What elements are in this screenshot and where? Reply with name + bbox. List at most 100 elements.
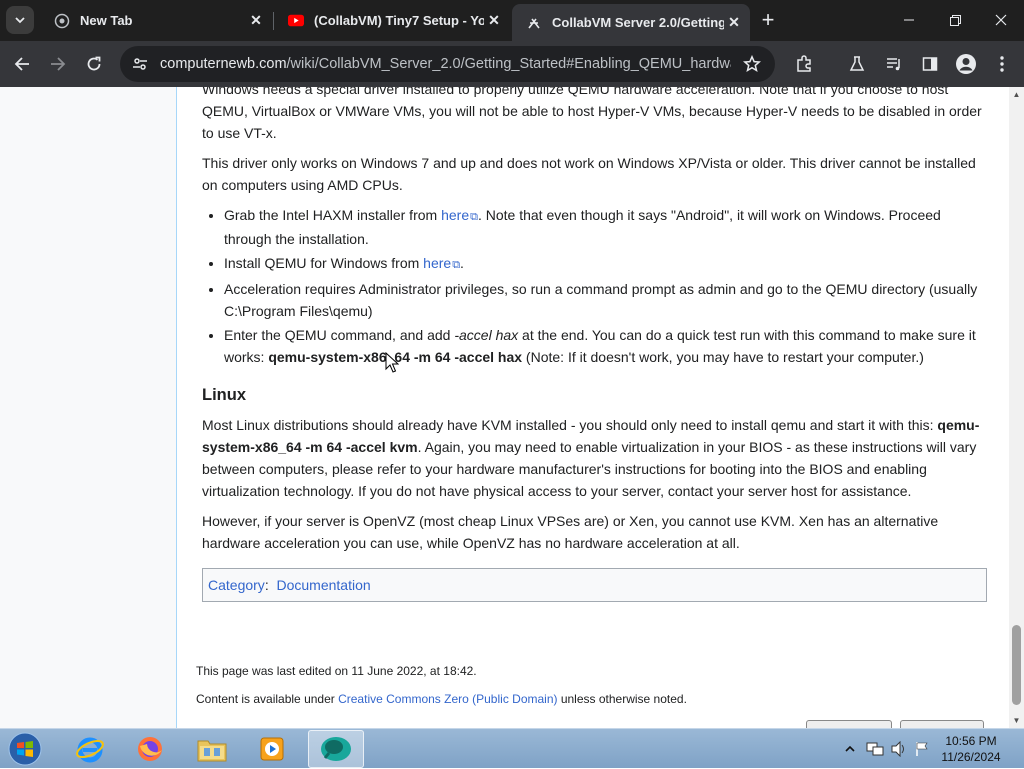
last-edited-text: This page was last edited on 11 June 202…: [196, 664, 477, 678]
taskbar-chrome-active[interactable]: [308, 730, 364, 768]
start-button[interactable]: [5, 730, 45, 768]
heading-linux: Linux: [202, 386, 246, 404]
taskbar-firefox[interactable]: [122, 730, 178, 768]
media-player-icon: [260, 737, 284, 761]
close-tab-icon[interactable]: ✕: [484, 11, 504, 31]
action-center-flag-icon[interactable]: [912, 729, 932, 769]
scroll-up-arrow-icon[interactable]: ▲: [1009, 87, 1024, 102]
site-info-icon[interactable]: [132, 56, 150, 72]
license-prefix: Content is available under: [196, 692, 339, 706]
category-label-link[interactable]: Category: [208, 574, 265, 596]
restore-icon: [949, 14, 961, 26]
taskbar-file-explorer[interactable]: [184, 730, 240, 768]
scroll-down-arrow-icon[interactable]: ▼: [1009, 713, 1024, 728]
tab-collabvm-wiki[interactable]: CollabVM Server 2.0/Getting S ✕: [512, 4, 750, 41]
address-bar[interactable]: computernewb.com/wiki/CollabVM_Server_2.…: [120, 46, 775, 82]
url-path: /wiki/CollabVM_Server_2.0/Getting_Starte…: [286, 56, 731, 72]
chrome-app-icon: [321, 737, 351, 761]
step-text: Grab the Intel HAXM installer from: [224, 207, 442, 223]
mouse-cursor-icon: [385, 352, 399, 373]
tab-new-tab[interactable]: New Tab ✕: [40, 4, 272, 37]
close-tab-icon[interactable]: ✕: [724, 13, 744, 33]
license-suffix: unless otherwise noted.: [557, 692, 687, 706]
system-clock[interactable]: 10:56 PM 11/26/2024: [930, 733, 1012, 765]
youtube-icon: [288, 13, 304, 29]
minimize-icon: [904, 19, 914, 21]
media-controls-icon[interactable]: [882, 52, 906, 76]
step-text: Enter the QEMU command, and add: [224, 327, 455, 343]
paragraph-windows-support: This driver only works on Windows 7 and …: [202, 155, 976, 193]
tab-title: New Tab: [80, 13, 133, 28]
arrow-right-icon: [51, 57, 66, 71]
category-documentation-link[interactable]: Documentation: [276, 574, 370, 596]
tab-youtube[interactable]: (CollabVM) Tiny7 Setup - YouT ✕: [274, 4, 510, 37]
show-hidden-icons-button[interactable]: [842, 729, 858, 769]
back-button[interactable]: [8, 50, 36, 78]
tab-title: CollabVM Server 2.0/Getting S: [552, 15, 724, 30]
category-links: Category: Documentation: [202, 568, 987, 602]
new-tab-button[interactable]: +: [756, 7, 780, 32]
close-icon: [995, 14, 1007, 26]
tab-strip: New Tab ✕ (CollabVM) Tiny7 Setup - YouT …: [0, 0, 1024, 41]
page-viewport: Windows needs a special driver installed…: [0, 87, 1009, 728]
volume-tray-icon[interactable]: [888, 729, 910, 769]
network-tray-icon[interactable]: [864, 729, 886, 769]
article-body: Windows needs a special driver installed…: [176, 87, 1009, 728]
extensions-icon[interactable]: [792, 52, 816, 76]
article-content: Windows needs a special driver installed…: [202, 87, 987, 602]
side-panel-icon[interactable]: [918, 52, 942, 76]
paragraph-linux-kvm: Most Linux distributions should already …: [202, 414, 987, 502]
minimize-button[interactable]: [886, 0, 932, 40]
scrollbar-thumb[interactable]: [1012, 625, 1021, 705]
internet-explorer-icon: [76, 737, 104, 763]
taskbar-media-player[interactable]: [244, 730, 300, 768]
bookmark-star-icon[interactable]: [741, 55, 763, 73]
firefox-icon: [138, 737, 162, 761]
step-text: (Note: If it doesn't work, you may have …: [522, 349, 924, 365]
windows-start-orb-icon: [8, 732, 42, 766]
restore-button[interactable]: [932, 0, 978, 40]
clock-date: 11/26/2024: [941, 750, 1001, 764]
list-item: Install QEMU for Windows from here⧉.: [224, 252, 987, 276]
close-tab-icon[interactable]: ✕: [246, 11, 266, 31]
step-text: Install QEMU for Windows from: [224, 255, 424, 271]
install-steps-list: Grab the Intel HAXM installer from here⧉…: [224, 204, 987, 368]
external-link-icon: ⧉: [470, 211, 478, 223]
clock-time: 10:56 PM: [945, 734, 997, 748]
chrome-newtab-icon: [54, 13, 70, 29]
page-footer: This page was last edited on 11 June 202…: [196, 661, 687, 717]
category-separator: :: [264, 577, 269, 593]
forward-button[interactable]: [44, 50, 72, 78]
reload-button[interactable]: [80, 50, 108, 78]
browser-toolbar: computernewb.com/wiki/CollabVM_Server_2.…: [0, 41, 1024, 87]
license-link[interactable]: Creative Commons Zero (Public Domain): [338, 692, 557, 706]
arrow-left-icon: [14, 57, 29, 71]
cc0-badge[interactable]: [806, 720, 892, 728]
tab-title: (CollabVM) Tiny7 Setup - YouT: [314, 13, 484, 28]
page-scrollbar[interactable]: ▲ ▼: [1009, 87, 1024, 728]
lab-flask-icon[interactable]: [845, 52, 869, 76]
chevron-down-icon: [15, 17, 25, 24]
step-text: Acceleration requires Administrator priv…: [224, 281, 978, 319]
powered-by-mediawiki-badge[interactable]: [900, 720, 984, 728]
list-item: Enter the QEMU command, and add -accel h…: [224, 324, 987, 368]
explorer-folder-icon: [197, 740, 227, 762]
url-text: computernewb.com/wiki/CollabVM_Server_2.…: [160, 56, 731, 72]
qemu-here-link[interactable]: here: [423, 255, 451, 271]
external-link-icon: ⧉: [452, 259, 461, 271]
profile-avatar-icon[interactable]: [954, 52, 978, 76]
more-menu-icon[interactable]: [990, 52, 1014, 76]
list-item: Grab the Intel HAXM installer from here⧉…: [224, 204, 987, 250]
url-domain: computernewb.com: [160, 56, 287, 72]
chevron-up-icon: [845, 745, 855, 752]
paragraph-openvz-xen: However, if your server is OpenVZ (most …: [202, 513, 939, 551]
paragraph-windows-driver: Windows needs a special driver installed…: [202, 87, 982, 141]
step-text: .: [460, 255, 464, 271]
license-text: Content is available under Creative Comm…: [196, 689, 687, 717]
reload-icon: [87, 56, 101, 71]
haxm-here-link[interactable]: here: [441, 207, 469, 223]
list-item: Acceleration requires Administrator priv…: [224, 278, 987, 322]
taskbar-internet-explorer[interactable]: [62, 730, 118, 768]
close-window-button[interactable]: [978, 0, 1024, 40]
tab-search-button[interactable]: [6, 6, 34, 34]
